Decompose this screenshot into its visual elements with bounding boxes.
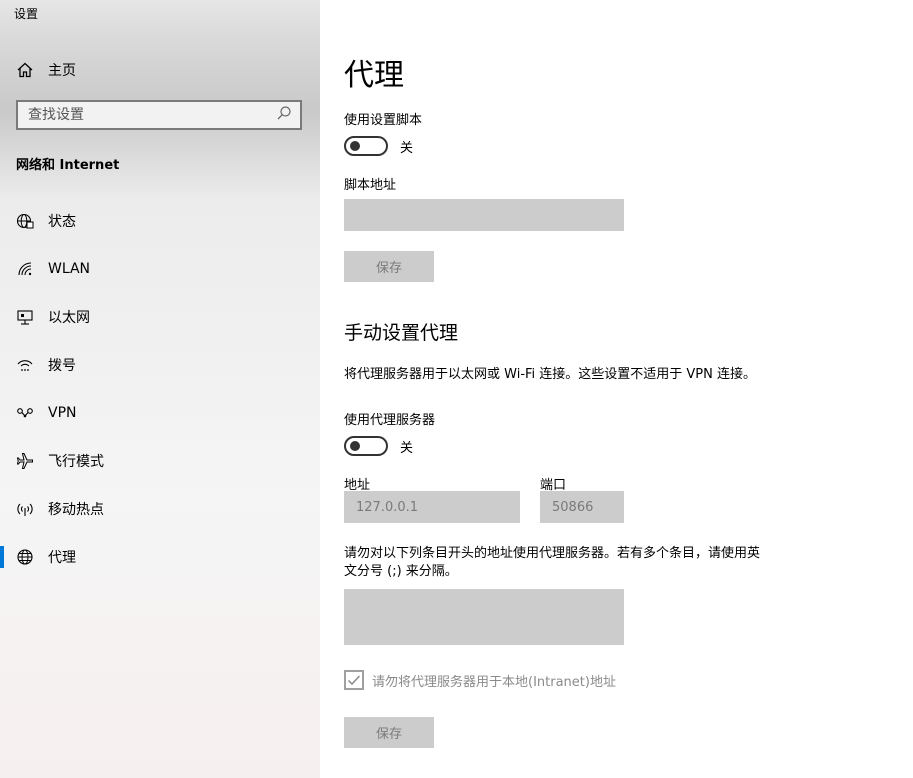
sidebar-item-proxy[interactable]: 代理 — [0, 533, 320, 581]
script-toggle-label: 使用设置脚本 — [344, 113, 423, 128]
page-title: 代理 — [344, 58, 404, 93]
sidebar-item-label: VPN — [48, 405, 77, 421]
checkmark-icon — [347, 675, 361, 686]
section-title: 网络和 Internet — [16, 158, 120, 173]
use-proxy-toggle[interactable] — [344, 436, 388, 456]
search-box[interactable] — [16, 100, 302, 130]
home-icon — [16, 61, 34, 79]
sidebar-item-dialup[interactable]: 拨号 — [0, 341, 320, 389]
sidebar-item-label: 状态 — [48, 214, 76, 230]
proxy-toggle-state: 关 — [400, 440, 414, 456]
manual-proxy-description: 将代理服务器用于以太网或 Wi-Fi 连接。这些设置不适用于 VPN 连接。 — [344, 367, 757, 382]
dialup-icon — [16, 356, 34, 374]
wifi-icon — [16, 260, 34, 278]
toggle-knob — [350, 141, 360, 151]
globe-status-icon — [16, 212, 34, 230]
script-toggle-state: 关 — [400, 140, 414, 156]
sidebar-item-status[interactable]: 状态 — [0, 197, 320, 245]
proxy-toggle-label: 使用代理服务器 — [344, 413, 436, 428]
proxy-address-input[interactable] — [344, 491, 520, 523]
use-script-toggle[interactable] — [344, 136, 388, 156]
exceptions-description-line: 文分号 (;) 来分隔。 — [344, 564, 458, 579]
hotspot-icon — [16, 500, 34, 518]
window-title: 设置 — [14, 7, 39, 21]
sidebar-nav: 状态 WLAN 以太网 拨号 VPN 飞行模式 移动热点 代理 — [0, 197, 320, 581]
sidebar-item-ethernet[interactable]: 以太网 — [0, 293, 320, 341]
search-input[interactable] — [28, 107, 268, 123]
proxy-port-input[interactable] — [540, 491, 624, 523]
globe-icon — [16, 548, 34, 566]
exceptions-description: 请勿对以下列条目开头的地址使用代理服务器。若有多个条目，请使用英 文分号 (;)… — [344, 545, 760, 581]
save-script-button[interactable]: 保存 — [344, 251, 434, 282]
toggle-knob — [350, 441, 360, 451]
airplane-icon — [16, 452, 34, 470]
sidebar-item-airplane-mode[interactable]: 飞行模式 — [0, 437, 320, 485]
script-address-input[interactable] — [344, 199, 624, 231]
script-address-label: 脚本地址 — [344, 178, 397, 193]
local-address-checkbox-label: 请勿将代理服务器用于本地(Intranet)地址 — [372, 674, 616, 690]
exceptions-description-line: 请勿对以下列条目开头的地址使用代理服务器。若有多个条目，请使用英 — [344, 546, 761, 561]
sidebar-item-label: WLAN — [48, 261, 91, 277]
sidebar: 设置 主页 网络和 Internet 状态 WLAN — [0, 0, 320, 778]
local-address-checkbox[interactable] — [344, 670, 364, 690]
vpn-icon — [16, 404, 34, 422]
local-address-checkbox-row[interactable]: 请勿将代理服务器用于本地(Intranet)地址 — [344, 670, 616, 690]
sidebar-item-vpn[interactable]: VPN — [0, 389, 320, 437]
home-nav-item[interactable]: 主页 — [16, 60, 76, 80]
proxy-settings-panel: 代理 使用设置脚本 关 脚本地址 保存 手动设置代理 将代理服务器用于以太网或 … — [344, 0, 913, 778]
save-manual-proxy-button[interactable]: 保存 — [344, 717, 434, 748]
home-label: 主页 — [48, 63, 76, 79]
sidebar-item-label: 飞行模式 — [48, 454, 104, 470]
sidebar-item-label: 移动热点 — [48, 502, 104, 518]
ethernet-icon — [16, 308, 34, 326]
sidebar-item-label: 以太网 — [48, 310, 90, 326]
exceptions-textarea[interactable] — [344, 589, 624, 645]
script-toggle-row: 关 — [344, 136, 413, 156]
sidebar-item-wlan[interactable]: WLAN — [0, 245, 320, 293]
sidebar-item-label: 代理 — [48, 550, 76, 566]
manual-proxy-heading: 手动设置代理 — [344, 322, 459, 344]
proxy-toggle-row: 关 — [344, 436, 413, 456]
sidebar-item-label: 拨号 — [48, 358, 76, 374]
search-icon[interactable] — [276, 105, 292, 125]
sidebar-item-mobile-hotspot[interactable]: 移动热点 — [0, 485, 320, 533]
